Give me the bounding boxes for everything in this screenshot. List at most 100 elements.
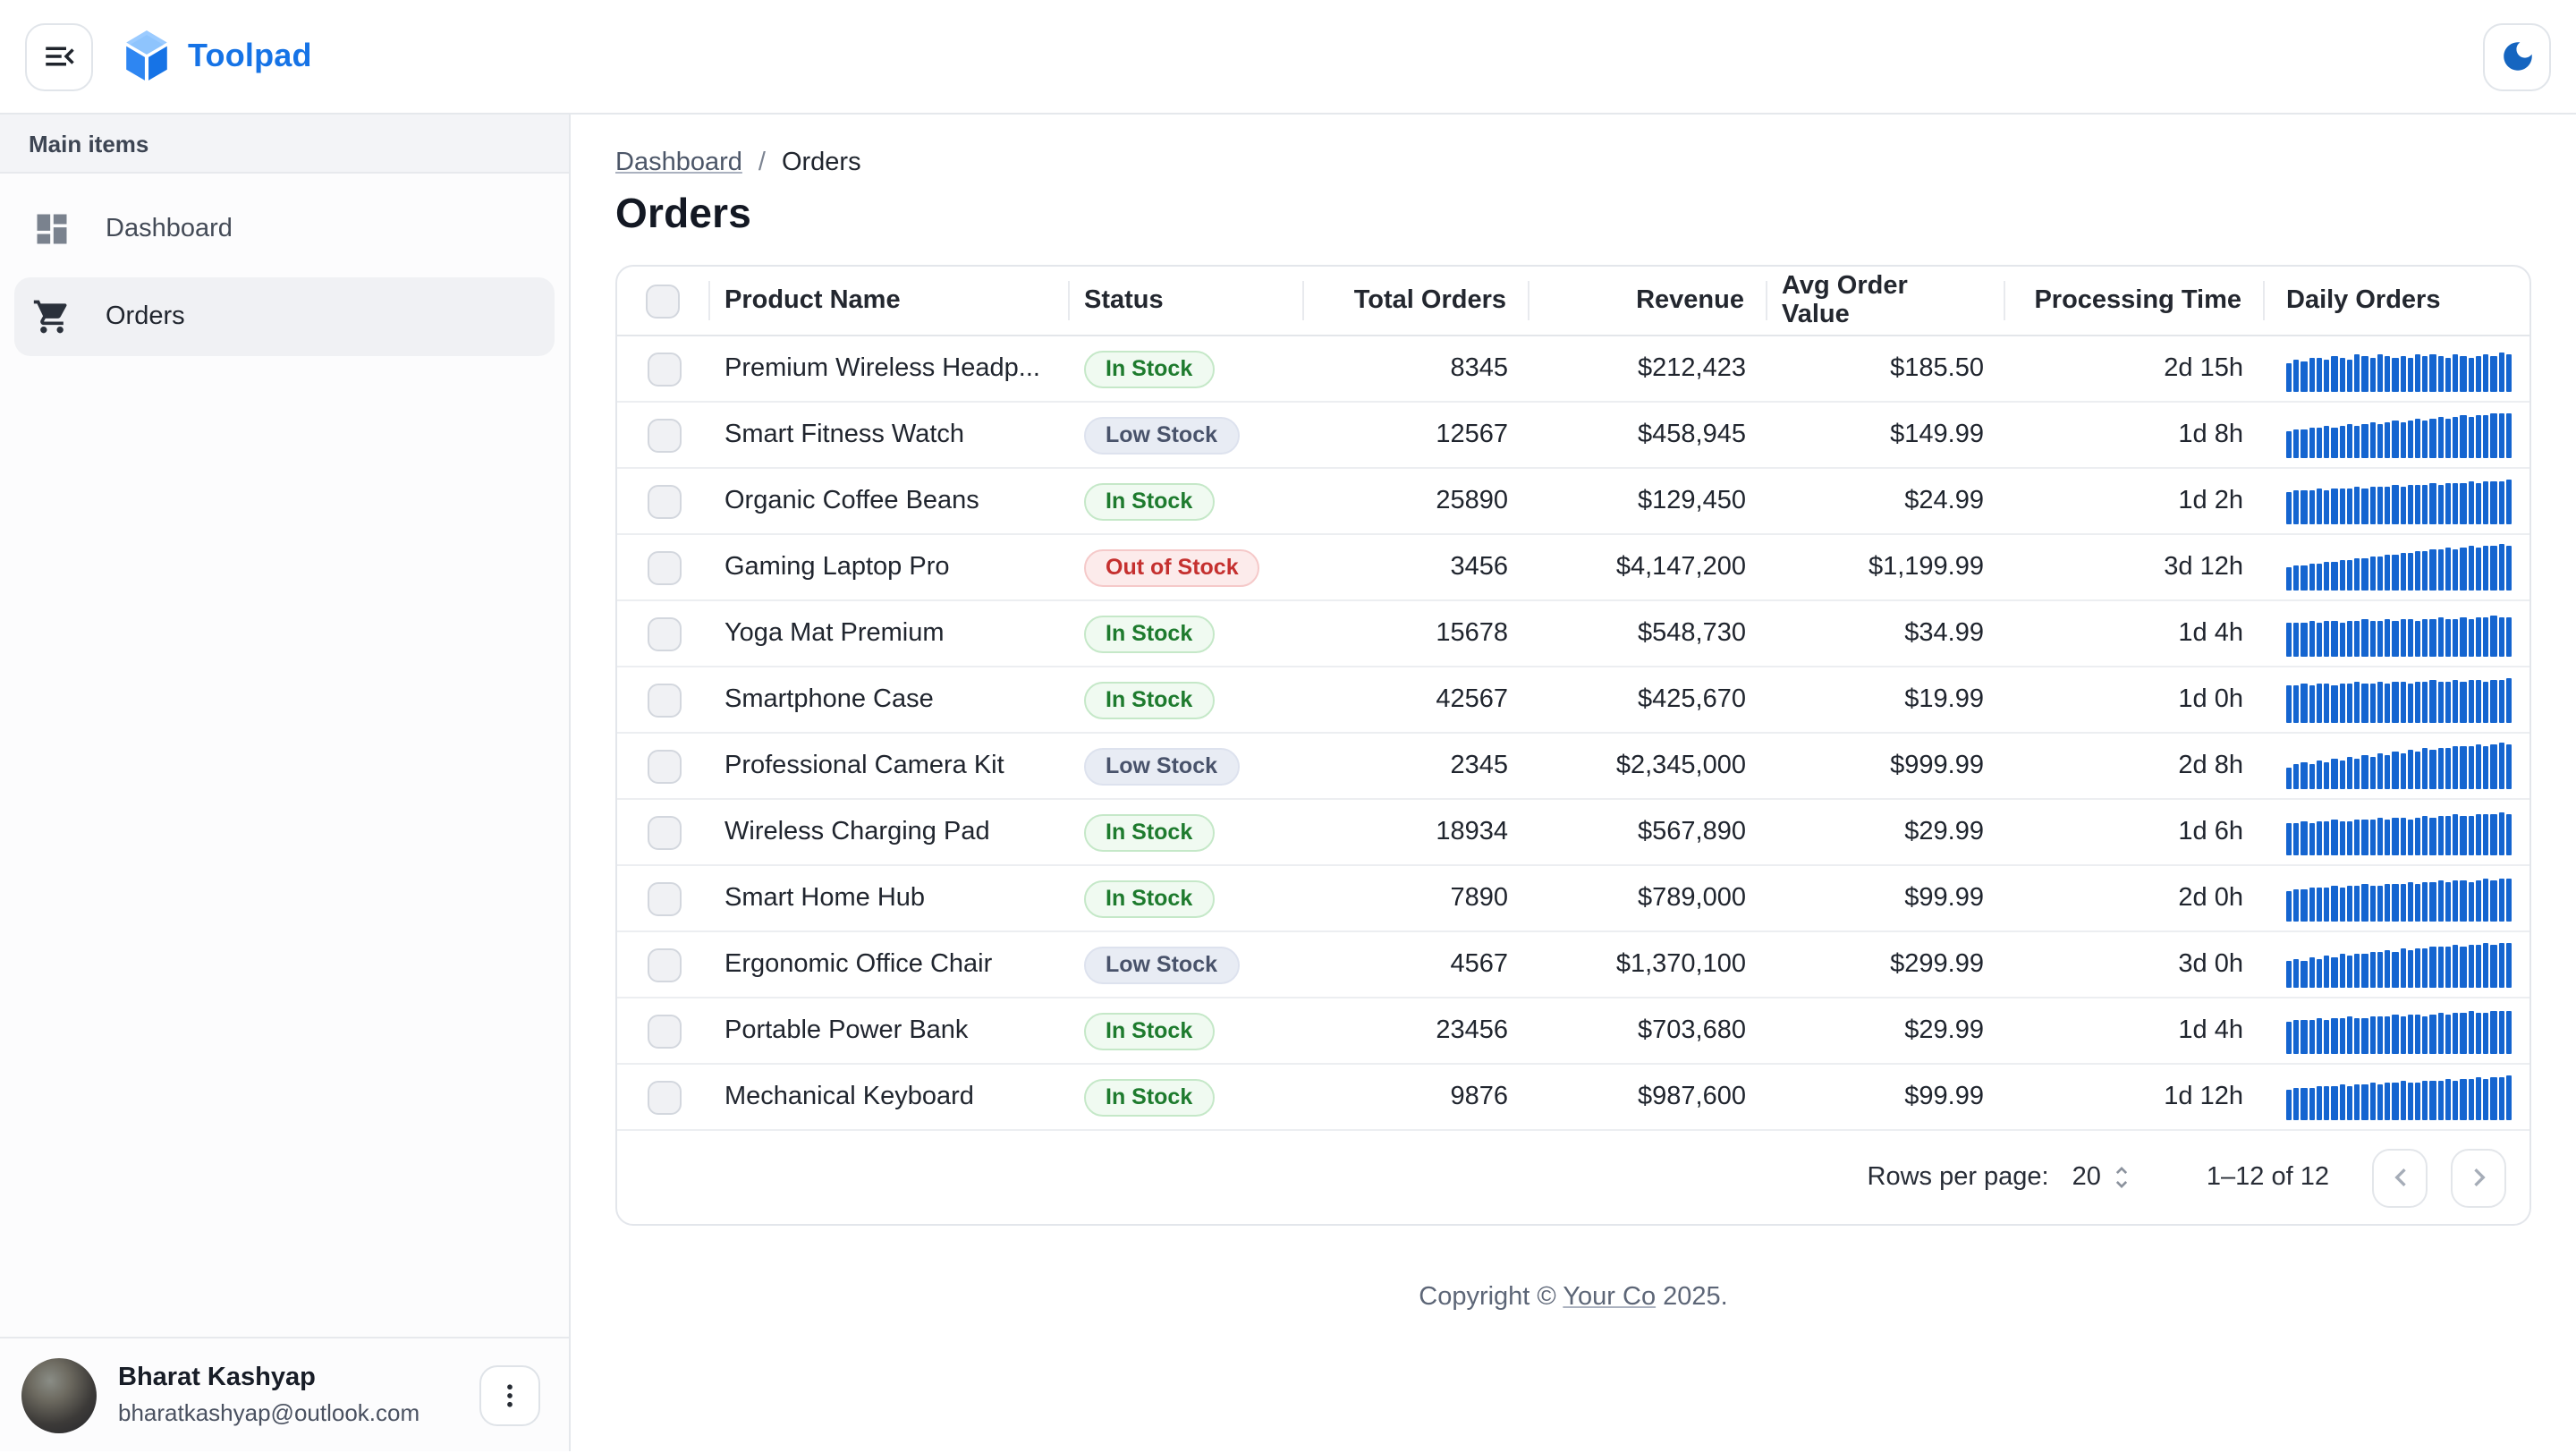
- product-name-cell: Smartphone Case: [710, 685, 1070, 714]
- product-name-cell: Smart Fitness Watch: [710, 421, 1070, 449]
- app-title: Toolpad: [188, 38, 312, 75]
- rows-per-page-select[interactable]: 20: [2072, 1163, 2137, 1192]
- status-cell: In Stock: [1070, 879, 1304, 917]
- daily-orders-cell: [2265, 336, 2529, 401]
- avatar: [21, 1357, 97, 1432]
- column-header-revenue[interactable]: Revenue: [1530, 281, 1767, 320]
- collapse-sidebar-button[interactable]: [25, 22, 93, 90]
- revenue-cell: $789,000: [1530, 884, 1767, 913]
- row-checkbox[interactable]: [647, 418, 681, 452]
- status-cell: Low Stock: [1070, 747, 1304, 785]
- product-name-cell: Smart Home Hub: [710, 884, 1070, 913]
- table-row: Smartphone CaseIn Stock42567$425,670$19.…: [617, 667, 2529, 734]
- page-title: Orders: [615, 190, 2531, 238]
- total-orders-cell: 3456: [1304, 553, 1530, 582]
- row-checkbox[interactable]: [647, 1080, 681, 1114]
- avg-order-value-cell: $29.99: [1767, 1016, 2005, 1045]
- row-checkbox-cell: [617, 1080, 710, 1114]
- avg-order-value-cell: $149.99: [1767, 421, 2005, 449]
- shopping-cart-icon: [32, 297, 72, 336]
- revenue-cell: $567,890: [1530, 818, 1767, 846]
- sidebar-item-dashboard[interactable]: Dashboard: [14, 190, 555, 268]
- topbar-left: Toolpad: [25, 22, 312, 90]
- sidebar-item-orders[interactable]: Orders: [14, 277, 555, 356]
- column-header-processing-time[interactable]: Processing Time: [2005, 281, 2265, 320]
- total-orders-cell: 7890: [1304, 884, 1530, 913]
- avg-order-value-cell: $24.99: [1767, 487, 2005, 515]
- row-checkbox[interactable]: [647, 484, 681, 518]
- revenue-cell: $2,345,000: [1530, 752, 1767, 780]
- app-frame: Main items Dashboard Orders Bharat Kashya…: [0, 115, 2576, 1451]
- status-cell: Low Stock: [1070, 946, 1304, 983]
- avg-order-value-cell: $999.99: [1767, 752, 2005, 780]
- breadcrumb-link-dashboard[interactable]: Dashboard: [615, 149, 742, 177]
- table-row: Gaming Laptop Pro Out of Stock 3456$4,147,…: [617, 535, 2529, 601]
- product-name-cell: Gaming Laptop Pro: [710, 553, 1070, 582]
- select-all-checkbox[interactable]: [646, 284, 680, 318]
- total-orders-cell: 8345: [1304, 354, 1530, 383]
- status-cell: In Stock: [1070, 1012, 1304, 1049]
- row-checkbox[interactable]: [647, 352, 681, 386]
- column-header-daily-orders[interactable]: Daily Orders: [2265, 281, 2529, 320]
- status-badge: In Stock: [1084, 681, 1214, 718]
- row-checkbox-cell: [617, 815, 710, 849]
- copyright-prefix: Copyright ©: [1419, 1283, 1563, 1312]
- daily-orders-sparkline: [2286, 875, 2512, 922]
- menu-open-icon: [40, 38, 78, 75]
- row-checkbox[interactable]: [647, 881, 681, 915]
- next-page-button[interactable]: [2451, 1148, 2506, 1207]
- row-checkbox-cell: [617, 749, 710, 783]
- brand[interactable]: Toolpad: [123, 30, 312, 82]
- processing-time-cell: 3d 0h: [2005, 950, 2265, 979]
- row-checkbox[interactable]: [647, 1014, 681, 1048]
- column-header-total-orders[interactable]: Total Orders: [1304, 281, 1530, 320]
- row-checkbox[interactable]: [647, 683, 681, 717]
- status-badge: In Stock: [1084, 813, 1214, 851]
- daily-orders-sparkline: [2286, 676, 2512, 723]
- row-checkbox[interactable]: [647, 749, 681, 783]
- user-menu-button[interactable]: [479, 1364, 540, 1425]
- status-badge: Out of Stock: [1084, 548, 1260, 586]
- company-link[interactable]: Your Co: [1563, 1283, 1656, 1312]
- column-header-product-name[interactable]: Product Name: [710, 281, 1070, 320]
- column-header-avg-order-value[interactable]: Avg Order Value: [1767, 281, 2005, 320]
- revenue-cell: $212,423: [1530, 354, 1767, 383]
- processing-time-cell: 1d 4h: [2005, 1016, 2265, 1045]
- revenue-cell: $4,147,200: [1530, 553, 1767, 582]
- status-cell: In Stock: [1070, 1078, 1304, 1116]
- status-badge: In Stock: [1084, 1012, 1214, 1049]
- table-header-row: Product Name Status Total Orders Revenue…: [617, 267, 2529, 336]
- kebab-menu-icon: [494, 1379, 526, 1411]
- sidebar-nav: Dashboard Orders: [0, 174, 569, 372]
- product-name-cell: Organic Coffee Beans: [710, 487, 1070, 515]
- row-checkbox[interactable]: [647, 616, 681, 650]
- theme-toggle-button[interactable]: [2483, 22, 2551, 90]
- avg-order-value-cell: $99.99: [1767, 884, 2005, 913]
- row-checkbox[interactable]: [647, 947, 681, 981]
- sidebar-section-header: Main items: [0, 115, 569, 174]
- daily-orders-cell: [2265, 667, 2529, 732]
- total-orders-cell: 42567: [1304, 685, 1530, 714]
- sidebar-item-label: Dashboard: [106, 215, 233, 243]
- revenue-cell: $1,370,100: [1530, 950, 1767, 979]
- daily-orders-cell: [2265, 469, 2529, 533]
- row-checkbox[interactable]: [647, 815, 681, 849]
- sidebar: Main items Dashboard Orders Bharat Kashya…: [0, 115, 571, 1451]
- processing-time-cell: 2d 8h: [2005, 752, 2265, 780]
- row-checkbox[interactable]: [647, 550, 681, 584]
- revenue-cell: $703,680: [1530, 1016, 1767, 1045]
- pagination-range: 1–12 of 12: [2207, 1163, 2329, 1192]
- column-header-status[interactable]: Status: [1070, 281, 1304, 320]
- status-cell: Low Stock: [1070, 416, 1304, 454]
- unfold-more-icon: [2108, 1163, 2137, 1192]
- user-text: Bharat Kashyap bharatkashyap@outlook.com: [118, 1362, 458, 1428]
- total-orders-cell: 9876: [1304, 1083, 1530, 1111]
- previous-page-button[interactable]: [2372, 1148, 2428, 1207]
- copyright-suffix: 2025.: [1656, 1283, 1728, 1312]
- total-orders-cell: 18934: [1304, 818, 1530, 846]
- breadcrumb-separator: /: [758, 149, 766, 177]
- rows-per-page-label: Rows per page:: [1868, 1163, 2049, 1192]
- status-badge: In Stock: [1084, 879, 1214, 917]
- processing-time-cell: 1d 2h: [2005, 487, 2265, 515]
- revenue-cell: $548,730: [1530, 619, 1767, 648]
